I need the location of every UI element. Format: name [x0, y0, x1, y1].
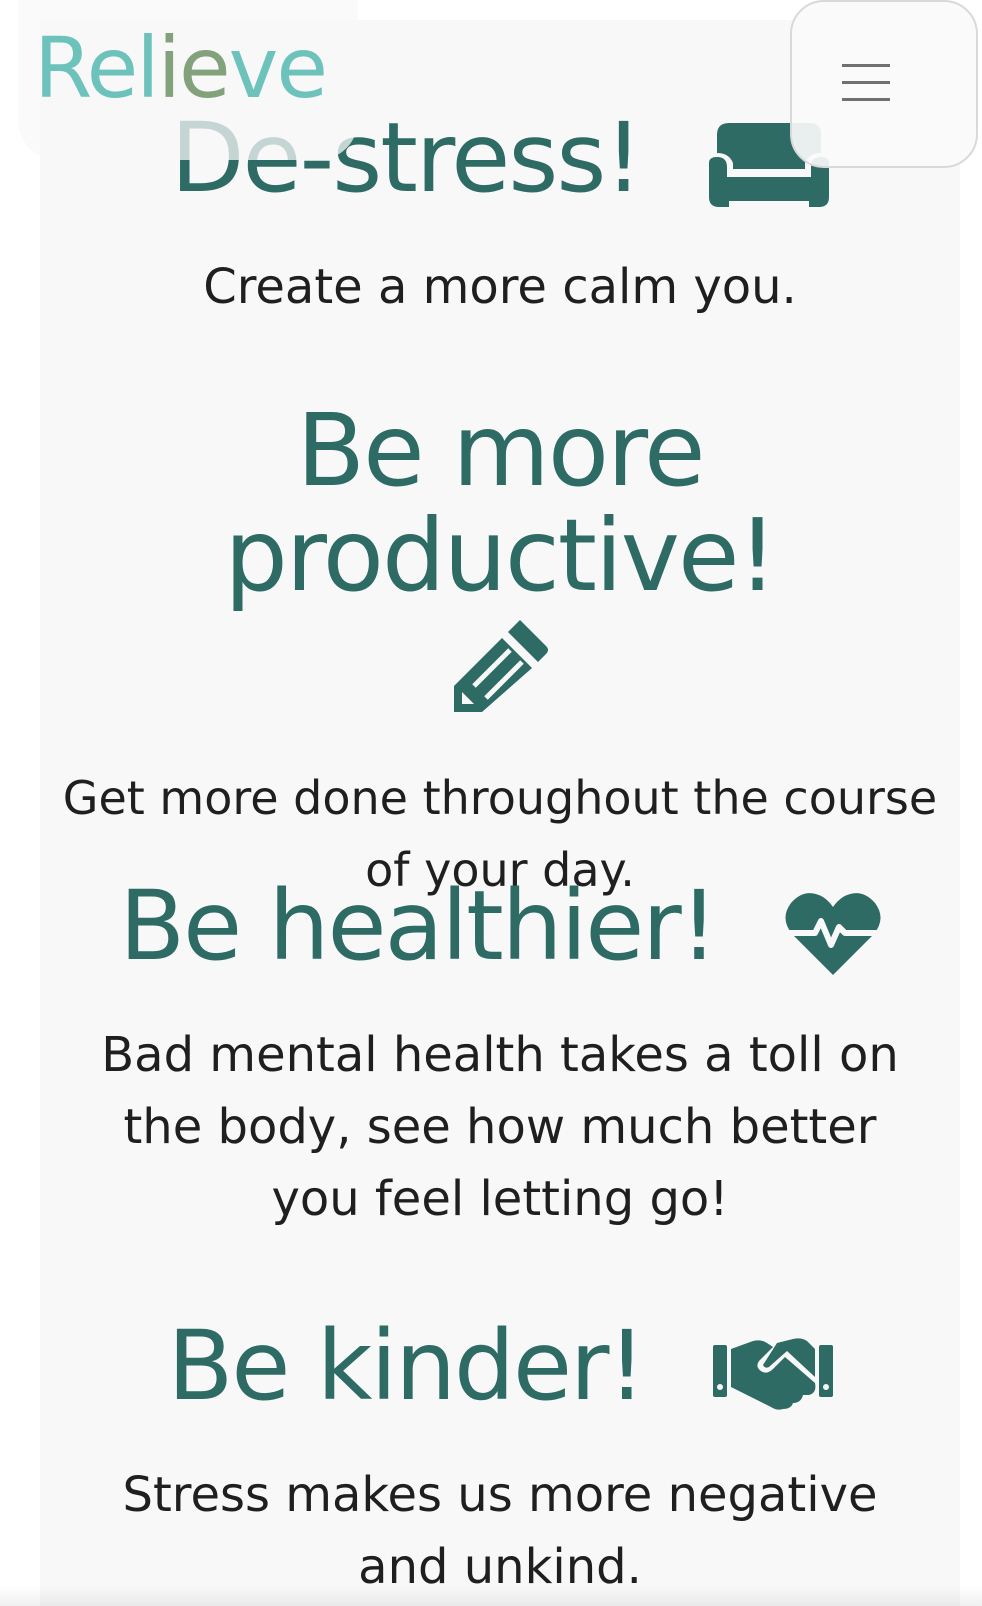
- menu-toggle-button[interactable]: [790, 0, 978, 168]
- benefit-description: Stress makes us more negative and unkind…: [122, 1466, 878, 1595]
- benefit-title-text: Be healthier!: [119, 870, 718, 982]
- benefit-title: Be healthier!: [40, 876, 960, 977]
- page: Relieve De-stress! Create a more calm yo…: [0, 0, 982, 1606]
- benefit-title: Be more productive!: [224, 392, 777, 614]
- benefit-section-kinder: Be kinder! Stress makes us more negative…: [40, 1316, 960, 1603]
- handshake-icon: [684, 1310, 833, 1422]
- brand-text: Relieve: [34, 19, 328, 117]
- benefit-section-productive: Be more productive! Get more done throug…: [40, 398, 960, 906]
- pencil-icon: [40, 616, 960, 716]
- benefit-section-healthier: Be healthier! Bad mental health takes a …: [40, 876, 960, 1235]
- benefit-description: Create a more calm you.: [203, 258, 797, 315]
- benefit-title: Be kinder!: [40, 1316, 960, 1417]
- brand-logo[interactable]: Relieve: [34, 26, 328, 110]
- heartbeat-icon: [756, 870, 881, 982]
- bottom-shadow: [0, 1586, 982, 1606]
- benefit-description: Bad mental health takes a toll on the bo…: [101, 1026, 899, 1227]
- benefit-title-text: Be kinder!: [167, 1310, 645, 1422]
